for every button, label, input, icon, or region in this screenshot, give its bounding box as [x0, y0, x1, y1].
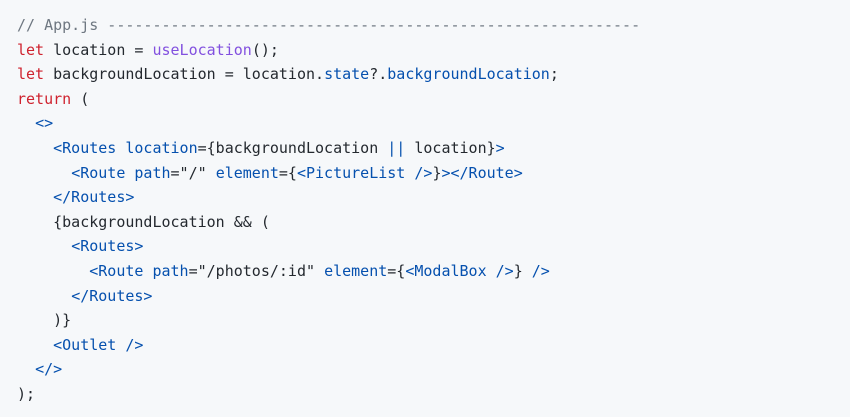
code-token: path — [125, 163, 171, 182]
code-token: ; — [549, 65, 559, 84]
code-line: let location = useLocation(); — [17, 38, 850, 63]
code-token: location} — [405, 138, 496, 157]
code-token: // App.js ------------------------------… — [17, 16, 641, 34]
code-token: ="/" — [170, 163, 216, 182]
code-token: ?. — [369, 65, 388, 84]
code-token: backgroundLocation — [387, 65, 550, 84]
code-token: } — [513, 261, 532, 280]
code-line: <Routes location={backgroundLocation || … — [17, 136, 850, 161]
code-token: (); — [251, 40, 279, 59]
code-line: return ( — [17, 87, 850, 112]
code-token: element — [215, 163, 279, 182]
code-lines: // App.js ------------------------------… — [17, 13, 850, 407]
code-token: let — [17, 65, 45, 84]
code-line: <> — [17, 111, 850, 136]
code-token: element — [324, 261, 388, 280]
code-token: </Routes> — [71, 286, 153, 305]
code-token: </Routes> — [53, 188, 135, 207]
code-token: ( — [71, 89, 90, 108]
code-line: </Routes> — [17, 185, 850, 210]
code-token: ={ — [278, 163, 297, 182]
code-line: </Routes> — [17, 284, 850, 309]
code-token: state — [324, 65, 370, 84]
code-token: <Route — [71, 163, 126, 182]
code-line: <Route path="/photos/:id" element={<Moda… — [17, 259, 850, 284]
code-token: /> — [531, 261, 550, 280]
code-token: {backgroundLocation && ( — [53, 212, 270, 231]
code-line: // App.js ------------------------------… — [17, 13, 850, 38]
code-token: <Route — [89, 261, 144, 280]
code-line: <Route path="/" element={<PictureList />… — [17, 161, 850, 186]
code-line: )} — [17, 308, 850, 333]
code-token: > — [495, 138, 505, 157]
code-line: let backgroundLocation = location.state?… — [17, 62, 850, 87]
code-token: ); — [17, 384, 36, 403]
code-token: || — [387, 138, 406, 157]
code-token: location — [116, 138, 198, 157]
code-token: <Routes> — [71, 237, 144, 256]
code-token: ={backgroundLocation — [197, 138, 388, 157]
code-token: path — [143, 261, 189, 280]
code-token: ="/photos/:id" — [188, 261, 325, 280]
code-line: <Outlet /> — [17, 333, 850, 358]
code-token: </> — [35, 360, 63, 379]
code-token: let — [17, 40, 45, 59]
code-token: <PictureList /> — [296, 163, 433, 182]
code-token: <Routes — [53, 138, 117, 157]
code-block: // App.js ------------------------------… — [0, 0, 850, 417]
code-line: {backgroundLocation && ( — [17, 210, 850, 235]
code-token: return — [17, 89, 72, 108]
code-token: backgroundLocation = location. — [44, 65, 325, 84]
code-token: ></Route> — [441, 163, 523, 182]
code-token: )} — [53, 311, 72, 330]
code-token: useLocation — [152, 40, 252, 59]
code-token: <Outlet /> — [53, 335, 144, 354]
code-token: location = — [44, 40, 153, 59]
code-token: ={ — [387, 261, 406, 280]
code-line: ); — [17, 382, 850, 407]
code-token: <ModalBox /> — [405, 261, 514, 280]
code-line: </> — [17, 357, 850, 382]
code-line: <Routes> — [17, 234, 850, 259]
code-token: <> — [35, 114, 54, 133]
